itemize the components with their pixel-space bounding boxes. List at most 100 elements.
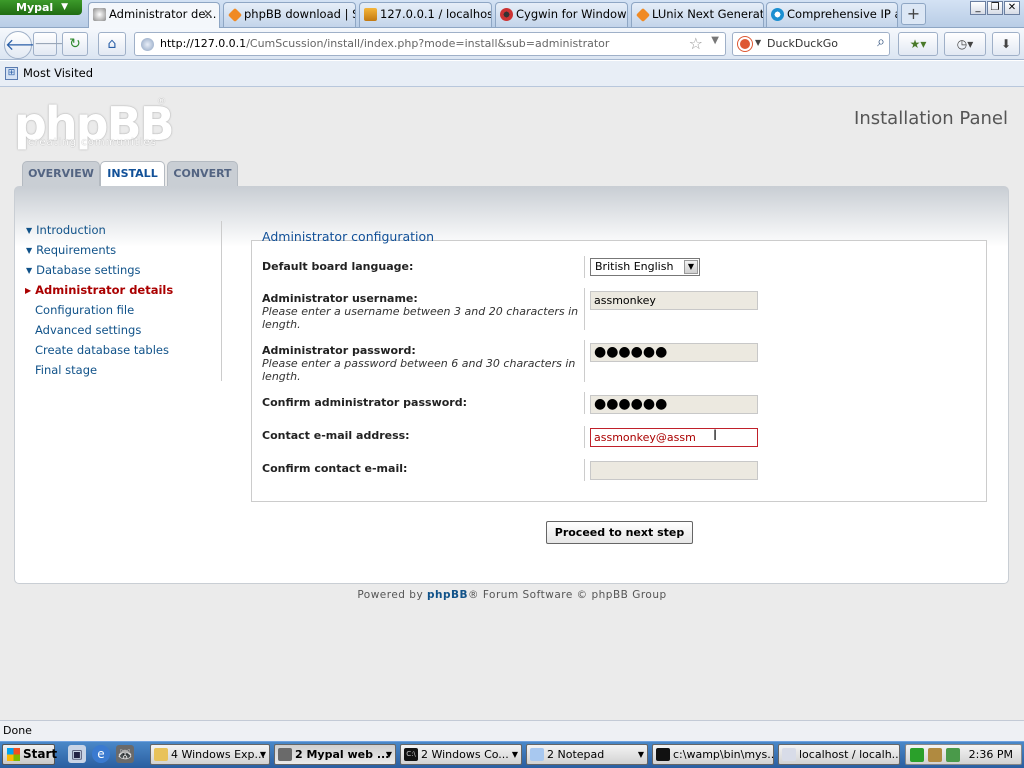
- most-visited-label: Most Visited: [23, 66, 93, 80]
- chevron-down-icon: ▼: [26, 226, 33, 235]
- menu-item-create-database-tables[interactable]: Create database tables: [26, 341, 222, 360]
- bookmarks-button[interactable]: ★▾: [898, 32, 938, 56]
- back-button[interactable]: 🡐: [4, 31, 48, 59]
- tab-label: LUnix Next Generati...: [652, 7, 764, 21]
- email-field[interactable]: assmonkey@assm: [590, 428, 758, 447]
- home-button[interactable]: ⌂: [98, 32, 126, 56]
- menu-item-configuration-file[interactable]: Configuration file: [26, 301, 222, 320]
- install-steps-menu: ▼ Introduction ▼ Requirements ▼ Database se…: [25, 221, 222, 381]
- taskbar-item-label: 2 Mypal web ...: [295, 748, 390, 761]
- minimize-icon[interactable]: _: [970, 1, 986, 15]
- confirm-password-field[interactable]: ●●●●●●: [590, 395, 758, 414]
- close-icon[interactable]: ✕: [203, 3, 213, 26]
- taskbar-item-label: 2 Notepad: [547, 748, 605, 761]
- tab-convert[interactable]: CONVERT: [167, 161, 238, 187]
- notepad-icon: [530, 748, 544, 761]
- downloads-button[interactable]: ⬇: [992, 32, 1020, 56]
- start-label: Start: [23, 747, 58, 761]
- duckduckgo-icon[interactable]: [738, 37, 752, 51]
- chevron-down-icon[interactable]: ▼: [711, 35, 719, 46]
- footer-phpbb-link[interactable]: phpBB: [427, 589, 468, 601]
- chevron-down-icon[interactable]: ▼: [755, 38, 761, 47]
- menu-item-administrator-details[interactable]: ▶ Administrator details: [25, 281, 221, 300]
- menu-item-database-settings[interactable]: ▼ Database settings: [26, 261, 222, 280]
- network-icon[interactable]: [946, 748, 960, 762]
- mypal-icon: [278, 748, 292, 761]
- mypal-icon[interactable]: 🦝: [116, 745, 134, 763]
- bookmark-star-icon[interactable]: ☆: [689, 34, 703, 53]
- chevron-down-icon: ▼: [61, 2, 68, 12]
- tab-label: phpBB download | S...: [244, 7, 355, 21]
- history-button[interactable]: ◷▾: [944, 32, 986, 56]
- password-field[interactable]: ●●●●●●: [590, 343, 758, 362]
- chevron-down-icon: ▼: [385, 750, 392, 759]
- tab-install[interactable]: INSTALL: [100, 161, 165, 188]
- browser-tab-lunix[interactable]: LUnix Next Generati...: [631, 2, 764, 27]
- clock[interactable]: 2:36 PM: [969, 745, 1013, 764]
- browser-tab-cygwin[interactable]: Cygwin for Windows...: [495, 2, 628, 27]
- username-field[interactable]: assmonkey: [590, 291, 758, 310]
- chevron-down-icon: ▼: [26, 246, 33, 255]
- browser-tab-comprehensive-ip[interactable]: Comprehensive IP a...: [766, 2, 898, 27]
- password-help: Please enter a password between 6 and 30…: [262, 357, 576, 383]
- browser-tab-phpmyadmin[interactable]: 127.0.0.1 / localhos...: [359, 2, 492, 27]
- cygwin-icon: [500, 8, 513, 21]
- show-desktop-icon[interactable]: ▣: [68, 745, 86, 763]
- reload-button[interactable]: ↻: [62, 32, 88, 56]
- url-path: /CumScussion/install/index.php?mode=inst…: [246, 37, 610, 50]
- taskbar-item-mysql-console[interactable]: c:\wamp\bin\mys...: [652, 744, 774, 765]
- footer-prefix: Powered by: [357, 589, 424, 601]
- bookmark-star-icon: ★▾: [909, 37, 927, 51]
- menu-item-introduction[interactable]: ▼ Introduction: [26, 221, 222, 240]
- menu-item-label: Database settings: [36, 263, 141, 277]
- search-box[interactable]: ▼ DuckDuckGo ⌕: [732, 32, 890, 56]
- status-bar: Done: [0, 720, 1024, 741]
- search-icon[interactable]: ⌕: [877, 34, 885, 50]
- forward-button[interactable]: 🡒: [33, 32, 72, 56]
- menu-item-requirements[interactable]: ▼ Requirements: [26, 241, 222, 260]
- confirm-email-field[interactable]: [590, 461, 758, 480]
- app-menu-button[interactable]: Mypal ▼: [0, 0, 82, 15]
- url-text[interactable]: http://127.0.0.1/CumScussion/install/ind…: [160, 33, 609, 55]
- tab-strip: Mypal ▼ Administrator de... ✕ phpBB down…: [0, 0, 1024, 28]
- taskbar-item-label: c:\wamp\bin\mys...: [673, 748, 774, 761]
- menu-item-final-stage[interactable]: Final stage: [26, 361, 222, 380]
- start-button[interactable]: Start: [2, 744, 58, 765]
- tab-label: 127.0.0.1 / localhos...: [380, 7, 492, 21]
- language-label: Default board language:: [262, 260, 414, 273]
- new-tab-button[interactable]: +: [901, 3, 926, 25]
- wamp-server-icon[interactable]: [910, 748, 924, 762]
- page-footer: Powered by phpBB® Forum Software © phpBB…: [0, 589, 1024, 601]
- field-divider: [584, 459, 585, 481]
- tray-tools-icon[interactable]: [928, 748, 942, 762]
- chevron-down-icon[interactable]: ▼: [684, 260, 698, 274]
- logo-registered-mark: ®: [157, 97, 166, 107]
- bookmark-folder-icon: ⊞: [5, 67, 18, 80]
- app-menu-label: Mypal: [16, 1, 54, 14]
- most-visited-bookmark[interactable]: ⊞ Most Visited: [5, 65, 93, 82]
- taskbar-item-windows-explorer[interactable]: 4 Windows Exp... ▼: [150, 744, 270, 765]
- language-select[interactable]: British English ▼: [590, 258, 700, 276]
- windows-logo-icon: [7, 748, 20, 761]
- field-divider: [584, 392, 585, 414]
- internet-explorer-icon[interactable]: e: [92, 745, 110, 763]
- menu-item-advanced-settings[interactable]: Advanced settings: [26, 321, 222, 340]
- taskbar-item-localhost[interactable]: localhost / localh...: [778, 744, 900, 765]
- close-window-icon[interactable]: ✕: [1004, 1, 1020, 15]
- username-help: Please enter a username between 3 and 20…: [262, 305, 579, 331]
- taskbar-item-notepad[interactable]: 2 Notepad ▼: [526, 744, 648, 765]
- browser-tab-phpbb-download[interactable]: phpBB download | S...: [223, 2, 356, 27]
- tab-overview[interactable]: OVERVIEW: [22, 161, 100, 187]
- restore-icon[interactable]: ❐: [987, 1, 1003, 15]
- taskbar-item-mypal[interactable]: 2 Mypal web ... ▼: [274, 744, 396, 765]
- chevron-down-icon: ▼: [637, 750, 644, 759]
- taskbar-item-label: localhost / localh...: [799, 748, 900, 761]
- browser-tab-administrator[interactable]: Administrator de... ✕: [88, 2, 220, 28]
- tab-label: Administrator de...: [109, 7, 217, 21]
- url-host: http://127.0.0.1: [160, 37, 247, 50]
- taskbar-item-windows-console[interactable]: C:\ 2 Windows Co... ▼: [400, 744, 522, 765]
- url-bar[interactable]: http://127.0.0.1/CumScussion/install/ind…: [134, 32, 726, 56]
- site-identity-icon[interactable]: [141, 38, 154, 51]
- email-label: Contact e-mail address:: [262, 429, 410, 442]
- proceed-button[interactable]: Proceed to next step: [546, 521, 693, 544]
